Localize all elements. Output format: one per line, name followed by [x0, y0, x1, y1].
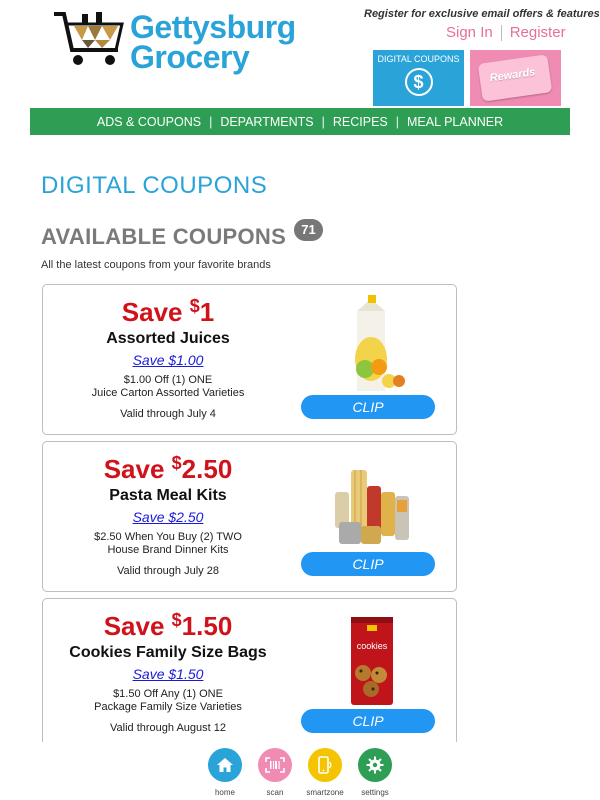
coupon-description-line-2: House Brand Dinner Kits: [107, 544, 229, 556]
nav-item-departments[interactable]: DEPARTMENTS: [212, 115, 321, 129]
coupon-save-amount: Save $2.50: [43, 453, 293, 484]
pasta-jars-image: [335, 470, 409, 544]
home-icon: [208, 748, 242, 782]
dollar-sign: $: [171, 610, 182, 630]
nav-item-recipes[interactable]: RECIPES: [325, 115, 396, 129]
coupon-description-line-1: $1.50 Off Any (1) ONE: [113, 688, 223, 700]
coupon-card: Save $1 Assorted Juices Save $1.00 $1.00…: [42, 284, 457, 435]
coupon-description-line-2: Package Family Size Varieties: [94, 701, 242, 713]
coupon-save-link[interactable]: Save $1.50: [43, 666, 293, 682]
phone-icon: [308, 748, 342, 782]
coupon-count-badge: 71: [294, 219, 323, 241]
clip-button[interactable]: CLIP: [301, 709, 435, 733]
coupon-description: $1.00 Off (1) ONE Juice Carton Assorted …: [43, 374, 293, 400]
register-link[interactable]: Register: [510, 24, 566, 41]
bottom-nav-settings[interactable]: settings: [350, 748, 400, 797]
coupon-valid-date: Valid through July 4: [120, 408, 216, 420]
dollar-sign: $: [171, 453, 182, 473]
gear-icon: [358, 748, 392, 782]
bottom-nav-label: home: [214, 788, 235, 797]
coupon-description: $2.50 When You Buy (2) TWO House Brand D…: [43, 531, 293, 557]
bottom-nav-label: smartzone: [306, 788, 344, 797]
auth-divider: [500, 25, 502, 42]
coupon-description: $1.50 Off Any (1) ONE Package Family Siz…: [43, 688, 293, 714]
bottom-nav-home[interactable]: home: [200, 748, 250, 797]
bottom-nav-label: scan: [266, 788, 284, 797]
coupon-valid-date: Valid through July 28: [117, 565, 219, 577]
tagline: Register for exclusive email offers & fe…: [364, 8, 600, 20]
brand-line-1: Gettysburg: [130, 9, 296, 45]
rewards-card-icon: Rewards: [477, 54, 553, 102]
brand-line-2: Grocery: [130, 39, 250, 75]
brand-name: Gettysburg Grocery: [130, 9, 296, 75]
page-title: DIGITAL COUPONS: [41, 172, 268, 199]
coupon-product-name: Pasta Meal Kits: [109, 487, 227, 504]
digital-coupons-promo[interactable]: DIGITAL COUPONS $: [373, 50, 464, 106]
digital-coupons-promo-label: DIGITAL COUPONS: [377, 54, 460, 64]
section-title: AVAILABLE COUPONS: [41, 224, 287, 249]
save-prefix: Save: [103, 454, 172, 484]
logo[interactable]: Gettysburg Grocery: [52, 10, 302, 76]
coupon-card: Save $1.50 Cookies Family Size Bags Save…: [42, 598, 457, 749]
main-nav: ADS & COUPONS | DEPARTMENTS | RECIPES | …: [30, 108, 570, 135]
nav-item-meal-planner[interactable]: MEAL PLANNER: [399, 115, 511, 129]
coupon-description-line-2: Juice Carton Assorted Varieties: [91, 387, 245, 399]
bottom-nav-scan[interactable]: scan: [250, 748, 300, 797]
coupon-save-link[interactable]: Save $1.00: [43, 352, 293, 368]
clip-button[interactable]: CLIP: [301, 395, 435, 419]
coupon-description-line-1: $2.50 When You Buy (2) TWO: [94, 531, 242, 543]
coupon-info: Save $2.50 Pasta Meal Kits Save $2.50 $2…: [43, 442, 293, 577]
save-value: 1: [199, 297, 215, 327]
coupon-product-name: Cookies Family Size Bags: [69, 644, 267, 661]
nav-item-ads-coupons[interactable]: ADS & COUPONS: [89, 115, 209, 129]
sign-in-link[interactable]: Sign In: [446, 24, 493, 41]
coupon-description-line-1: $1.00 Off (1) ONE: [123, 374, 213, 386]
save-prefix: Save: [103, 611, 172, 641]
coupon-card: Save $2.50 Pasta Meal Kits Save $2.50 $2…: [42, 441, 457, 592]
barcode-icon: [258, 748, 292, 782]
cart-logo-icon: [54, 12, 124, 65]
dollar-sign: $: [189, 296, 200, 316]
bottom-nav-label: settings: [361, 788, 389, 797]
package-label: cookies: [357, 641, 388, 651]
coupon-save-amount: Save $1.50: [43, 610, 293, 641]
save-value: 2.50: [181, 454, 233, 484]
auth-links: Sign In Register: [446, 24, 566, 42]
bottom-nav: home scan smartzone settings: [0, 742, 600, 800]
bottom-nav-smartzone[interactable]: smartzone: [300, 748, 350, 797]
section-subtitle: All the latest coupons from your favorit…: [41, 259, 271, 271]
page: Gettysburg Grocery Register for exclusiv…: [0, 0, 600, 800]
coupon-valid-date: Valid through August 12: [110, 722, 226, 734]
coupon-product-name: Assorted Juices: [106, 330, 230, 347]
coupon-info: Save $1.50 Cookies Family Size Bags Save…: [43, 599, 293, 734]
clip-button[interactable]: CLIP: [301, 552, 435, 576]
save-prefix: Save: [121, 297, 190, 327]
cookies-bag-image: cookies: [351, 617, 393, 705]
rewards-card-label: Rewards: [488, 66, 537, 85]
coupon-save-amount: Save $1: [43, 296, 293, 327]
dollar-coin-icon: $: [404, 68, 433, 96]
coupon-save-link[interactable]: Save $2.50: [43, 509, 293, 525]
rewards-promo[interactable]: Rewards: [470, 50, 561, 106]
nav-divider: |: [395, 114, 400, 129]
juice-carton-image: [355, 295, 405, 391]
nav-divider: |: [209, 114, 213, 129]
nav-divider: |: [321, 114, 325, 129]
coupon-info: Save $1 Assorted Juices Save $1.00 $1.00…: [43, 285, 293, 420]
save-value: 1.50: [181, 611, 233, 641]
